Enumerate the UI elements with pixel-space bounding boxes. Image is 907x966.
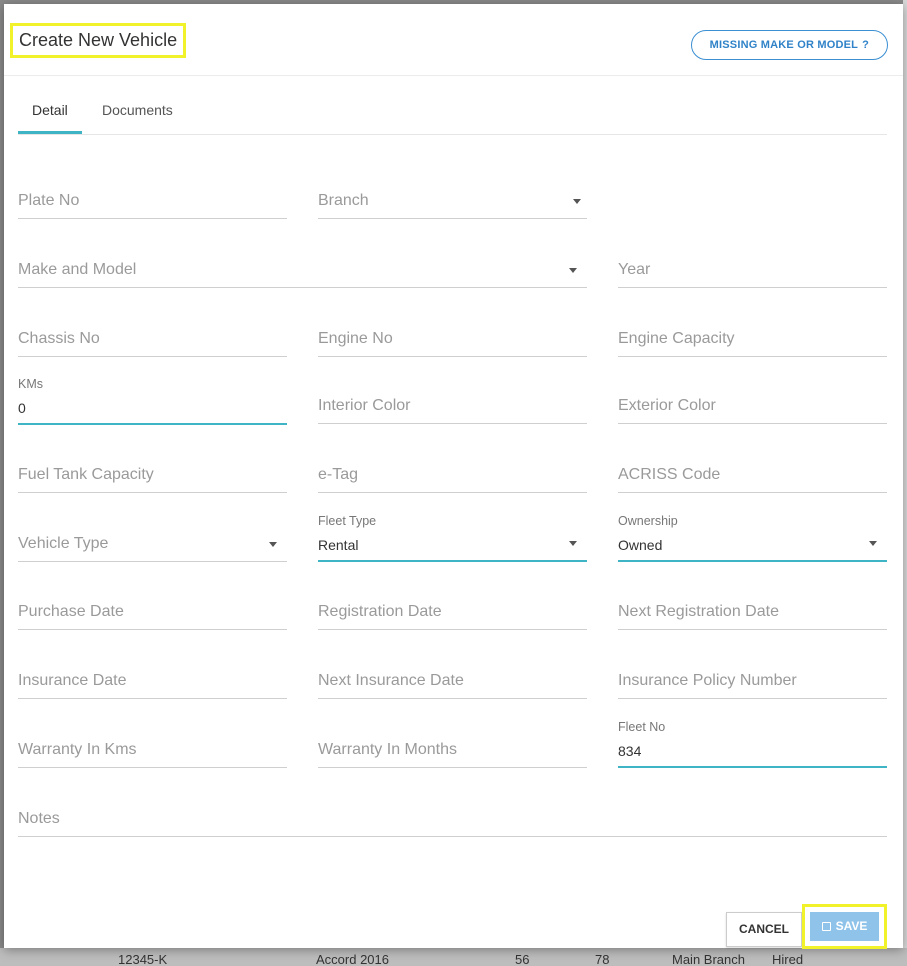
etag-field[interactable]: e-Tag — [318, 452, 587, 493]
missing-make-model-label: MISSING MAKE OR MODEL — [709, 39, 859, 51]
kms-value: 0 — [18, 400, 26, 416]
next-insurance-date-placeholder: Next Insurance Date — [318, 672, 464, 689]
exterior-color-field[interactable]: Exterior Color — [618, 383, 887, 424]
fleet-type-value: Rental — [318, 537, 359, 553]
chevron-down-icon — [573, 199, 581, 204]
create-vehicle-dialog: Create New Vehicle MISSING MAKE OR MODEL… — [4, 4, 903, 949]
insurance-policy-number-placeholder: Insurance Policy Number — [618, 672, 797, 689]
background-cell: 12345-K — [118, 952, 168, 966]
chassis-no-placeholder: Chassis No — [18, 330, 100, 347]
chevron-down-icon — [269, 542, 277, 547]
background-cell: 56 — [515, 952, 530, 966]
branch-placeholder: Branch — [318, 192, 369, 209]
chevron-down-icon — [569, 541, 577, 546]
warranty-months-placeholder: Warranty In Months — [318, 741, 458, 758]
etag-placeholder: e-Tag — [318, 466, 359, 483]
fleet-no-value: 834 — [618, 743, 642, 759]
tab-documents[interactable]: Documents — [88, 102, 187, 131]
engine-no-field[interactable]: Engine No — [318, 316, 587, 357]
ownership-select[interactable]: Ownership Owned — [618, 514, 887, 562]
ownership-value: Owned — [618, 537, 663, 553]
engine-capacity-placeholder: Engine Capacity — [618, 330, 735, 347]
dialog-title: Create New Vehicle — [10, 23, 187, 58]
save-button[interactable]: SAVE — [810, 912, 879, 941]
year-field[interactable]: Year — [618, 247, 887, 288]
background-cell: 78 — [595, 952, 610, 966]
interior-color-field[interactable]: Interior Color — [318, 383, 587, 424]
fleet-type-label: Fleet Type — [318, 514, 377, 528]
fleet-type-select[interactable]: Fleet Type Rental — [318, 514, 587, 562]
branch-select[interactable]: Branch — [318, 178, 587, 219]
insurance-policy-number-field[interactable]: Insurance Policy Number — [618, 658, 887, 699]
purchase-date-placeholder: Purchase Date — [18, 603, 124, 620]
save-highlight: SAVE — [802, 904, 887, 949]
make-model-placeholder: Make and Model — [18, 261, 137, 278]
exterior-color-placeholder: Exterior Color — [618, 397, 716, 414]
chevron-down-icon — [569, 268, 577, 273]
save-icon — [821, 922, 831, 931]
chassis-no-field[interactable]: Chassis No — [18, 316, 287, 357]
cancel-button[interactable]: CANCEL — [726, 912, 802, 947]
acriss-code-placeholder: ACRISS Code — [618, 466, 721, 483]
registration-date-field[interactable]: Registration Date — [318, 589, 587, 630]
plate-no-placeholder: Plate No — [18, 192, 80, 209]
vehicle-type-select[interactable]: Vehicle Type — [18, 521, 287, 562]
background-cell: Hired — [772, 952, 804, 966]
warranty-kms-field[interactable]: Warranty In Kms — [18, 727, 287, 768]
tab-detail[interactable]: Detail — [18, 102, 82, 134]
engine-capacity-field[interactable]: Engine Capacity — [618, 316, 887, 357]
kms-label: KMs — [18, 377, 43, 391]
fuel-tank-capacity-placeholder: Fuel Tank Capacity — [18, 466, 154, 483]
kms-field[interactable]: KMs 0 — [18, 377, 287, 425]
warranty-months-field[interactable]: Warranty In Months — [318, 727, 587, 768]
make-model-select[interactable]: Make and Model — [18, 247, 587, 288]
warranty-kms-placeholder: Warranty In Kms — [18, 741, 137, 758]
next-registration-date-placeholder: Next Registration Date — [618, 603, 779, 620]
missing-make-model-button[interactable]: MISSING MAKE OR MODEL? — [690, 30, 888, 60]
year-placeholder: Year — [618, 261, 651, 278]
next-insurance-date-field[interactable]: Next Insurance Date — [318, 658, 587, 699]
background-cell: Main Branch — [672, 952, 745, 966]
background-table-row: 12345-K Accord 2016 56 78 Main Branch Hi… — [0, 948, 907, 966]
background-page-edge — [903, 0, 907, 966]
plate-no-field[interactable]: Plate No — [18, 178, 287, 219]
fleet-no-label: Fleet No — [618, 720, 666, 734]
engine-no-placeholder: Engine No — [318, 330, 393, 347]
registration-date-placeholder: Registration Date — [318, 603, 442, 620]
acriss-code-field[interactable]: ACRISS Code — [618, 452, 887, 493]
chevron-down-icon — [869, 541, 877, 546]
interior-color-placeholder: Interior Color — [318, 397, 411, 414]
insurance-date-field[interactable]: Insurance Date — [18, 658, 287, 699]
background-cell: Accord 2016 — [316, 952, 389, 966]
save-label: SAVE — [835, 919, 868, 933]
purchase-date-field[interactable]: Purchase Date — [18, 589, 287, 630]
help-icon: ? — [862, 39, 869, 51]
insurance-date-placeholder: Insurance Date — [18, 672, 127, 689]
notes-field[interactable]: Notes — [18, 796, 887, 837]
fleet-no-field[interactable]: Fleet No 834 — [618, 720, 887, 768]
vehicle-type-placeholder: Vehicle Type — [18, 535, 109, 552]
tab-bar: Detail Documents — [18, 88, 887, 135]
fuel-tank-capacity-field[interactable]: Fuel Tank Capacity — [18, 452, 287, 493]
notes-placeholder: Notes — [18, 810, 60, 827]
dialog-header: Create New Vehicle MISSING MAKE OR MODEL… — [4, 4, 903, 76]
next-registration-date-field[interactable]: Next Registration Date — [618, 589, 887, 630]
ownership-label: Ownership — [618, 514, 678, 528]
